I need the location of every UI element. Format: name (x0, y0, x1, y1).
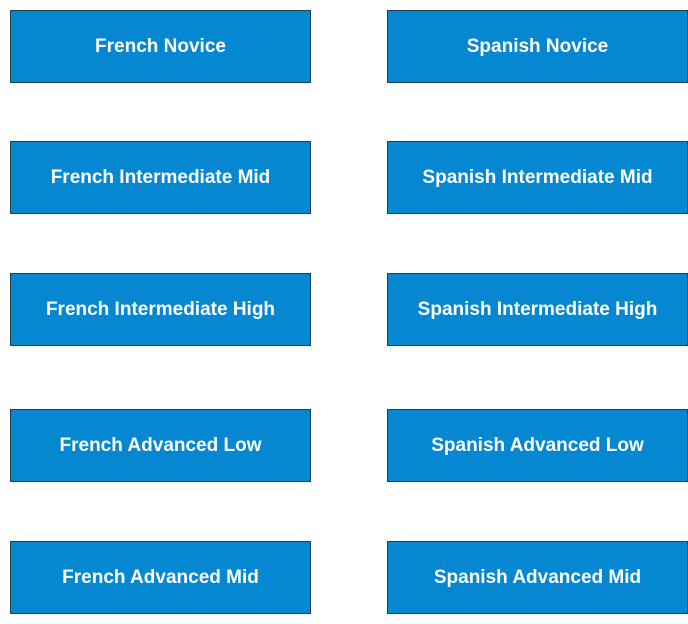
french-intermediate-mid-button[interactable]: French Intermediate Mid (10, 141, 311, 214)
spanish-novice-button[interactable]: Spanish Novice (387, 10, 688, 83)
spanish-intermediate-mid-button[interactable]: Spanish Intermediate Mid (387, 141, 688, 214)
french-intermediate-high-button[interactable]: French Intermediate High (10, 273, 311, 346)
french-advanced-low-button[interactable]: French Advanced Low (10, 409, 311, 482)
course-button-grid: French Novice Spanish Novice French Inte… (0, 0, 688, 624)
spanish-advanced-low-button[interactable]: Spanish Advanced Low (387, 409, 688, 482)
spanish-advanced-mid-button[interactable]: Spanish Advanced Mid (387, 541, 688, 614)
french-novice-button[interactable]: French Novice (10, 10, 311, 83)
french-advanced-mid-button[interactable]: French Advanced Mid (10, 541, 311, 614)
spanish-intermediate-high-button[interactable]: Spanish Intermediate High (387, 273, 688, 346)
